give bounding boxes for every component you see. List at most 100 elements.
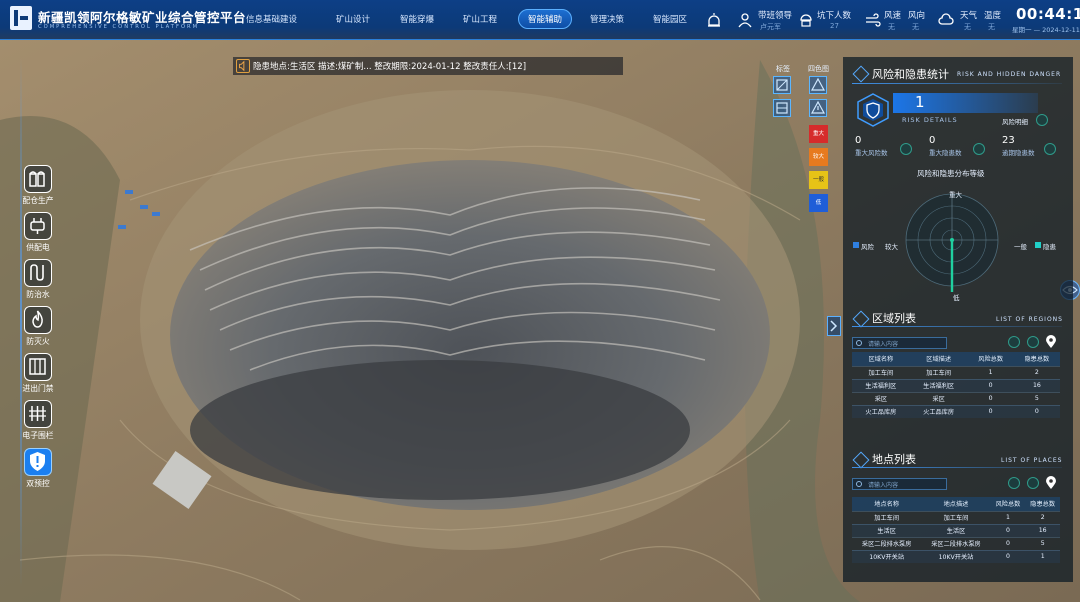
dock-button-power-supply[interactable] xyxy=(24,212,52,240)
legend-risk-swatch xyxy=(853,242,859,248)
major-risk-label: 重大风险数 xyxy=(855,149,888,157)
table-row[interactable]: 生活区 生活区 0 16 xyxy=(852,523,1060,537)
underground-count-value: 27 xyxy=(830,22,839,30)
regions-table: 区域名称 区域描述 风险总数 隐患总数 加工车间 加工车间 1 2 生活福利区 生活福利… xyxy=(852,352,1060,418)
nav-tab-smart-blasting[interactable]: 智能穿爆 xyxy=(400,13,434,25)
dock-button-silo-production[interactable] xyxy=(24,165,52,193)
four-color-column-header: 四色图 xyxy=(808,65,829,73)
table-row[interactable]: 火工品库房 火工品库房 0 0 xyxy=(852,404,1060,418)
major-risk-detail-button[interactable] xyxy=(900,143,912,155)
dock-button-access-gate[interactable] xyxy=(24,353,52,381)
regions-search-input[interactable]: 请输入内容 xyxy=(852,337,947,349)
places-filter-button-2[interactable] xyxy=(1027,477,1039,489)
nav-tab-smart-park[interactable]: 智能园区 xyxy=(653,13,687,25)
level-major-button[interactable]: 重大 xyxy=(809,125,828,143)
places-section-title: 地点列表 xyxy=(872,453,916,466)
layer-icon xyxy=(776,102,788,114)
table-cell: 加工车间 xyxy=(909,365,968,379)
table-cell: 2 xyxy=(1013,365,1060,379)
hazard-alert-text: 隐患地点:生活区 描述:煤矿制... 整改期限:2024-01-12 整改责任人… xyxy=(253,62,527,72)
dashboard-root: { "header": { "title": "新疆凯领阿尔格敏矿业综合管控平台… xyxy=(0,0,1080,602)
nav-tab-mine-design[interactable]: 矿山设计 xyxy=(336,13,370,25)
warning-triangle-icon xyxy=(810,100,826,114)
table-cell: 16 xyxy=(1013,378,1060,392)
risk-details-button[interactable] xyxy=(1036,114,1048,126)
hazard-alert-marquee[interactable]: 隐患地点:生活区 描述:煤矿制... 整改期限:2024-01-12 整改责任人… xyxy=(233,57,623,75)
risk-distribution-radar xyxy=(905,193,999,292)
four-color-toggle-button-1[interactable] xyxy=(809,76,827,94)
nav-tab-info-infrastructure[interactable]: 信息基础建设 xyxy=(246,13,297,25)
legend-risk-label: 风险 xyxy=(861,243,874,251)
duty-leader-label: 带班领导 xyxy=(758,11,793,21)
dock-label-silo-production: 配仓生产 xyxy=(22,196,54,205)
tag-toggle-button-1[interactable] xyxy=(773,76,791,94)
risk-section-title: 风险和隐患统计 xyxy=(872,68,949,81)
places-filter-button-1[interactable] xyxy=(1008,477,1020,489)
underground-count-label: 坑下人数 xyxy=(817,11,852,21)
water-pipe-icon xyxy=(30,264,44,281)
table-cell: 加工车间 xyxy=(852,510,922,524)
table-cell: 加工车间 xyxy=(921,510,991,524)
table-cell: 0 xyxy=(990,523,1026,537)
table-cell: 火工品库房 xyxy=(852,404,910,418)
column-header: 区域描述 xyxy=(909,352,968,366)
major-hazard-detail-button[interactable] xyxy=(973,143,985,155)
table-row[interactable]: 10KV开关站 10KV开关站 0 1 xyxy=(852,549,1060,563)
overdue-hazard-detail-button[interactable] xyxy=(1044,143,1056,155)
nav-tab-management-decision[interactable]: 管理决策 xyxy=(590,13,624,25)
dock-button-water-control[interactable] xyxy=(24,259,52,287)
table-row[interactable]: 采区二段排水泵房 采区二段排水泵房 0 5 xyxy=(852,536,1060,550)
fence-icon xyxy=(29,406,46,421)
regions-filter-button-2[interactable] xyxy=(1027,336,1039,348)
table-cell: 1 xyxy=(967,365,1014,379)
table-cell: 5 xyxy=(1013,391,1060,405)
overdue-hazard-count: 23 xyxy=(1002,135,1015,146)
top-navigation-bar: 新疆凯领阿尔格敏矿业综合管控平台 COMPREHENSIVE CONTROL P… xyxy=(0,0,1080,40)
temperature-value: 无 xyxy=(988,23,995,31)
places-search-input[interactable]: 请输入内容 xyxy=(852,478,947,490)
miner-icon xyxy=(800,14,812,27)
table-row[interactable]: 加工车间 加工车间 1 2 xyxy=(852,510,1060,524)
silo-icon xyxy=(29,171,45,187)
dock-label-power-supply: 供配电 xyxy=(26,243,50,252)
weather-value: 无 xyxy=(964,23,971,31)
table-cell: 采区 xyxy=(852,391,910,405)
temperature-label: 温度 xyxy=(984,11,1002,21)
table-cell: 生活福利区 xyxy=(909,378,968,392)
table-row[interactable]: 采区 采区 0 5 xyxy=(852,391,1060,405)
frame-icon xyxy=(776,79,788,91)
tag-toggle-button-2[interactable] xyxy=(773,99,791,117)
alarm-icon[interactable] xyxy=(706,12,722,28)
wind-direction-label: 风向 xyxy=(908,11,926,21)
regions-filter-button-1[interactable] xyxy=(1008,336,1020,348)
table-cell: 0 xyxy=(990,536,1026,550)
dock-button-electronic-fence[interactable] xyxy=(24,400,52,428)
table-cell: 采区二段排水泵房 xyxy=(921,536,991,550)
risk-details-label: 风险明细 xyxy=(1002,118,1028,126)
risk-total-value: 1 xyxy=(915,93,925,111)
dock-button-dual-prevention[interactable] xyxy=(24,448,52,476)
table-row[interactable]: 加工车间 加工车间 1 2 xyxy=(852,365,1060,379)
level-large-button[interactable]: 较大 xyxy=(809,148,828,166)
search-icon xyxy=(856,481,862,487)
dock-button-fire-control[interactable] xyxy=(24,306,52,334)
location-pin-icon[interactable] xyxy=(1045,476,1057,490)
search-icon xyxy=(856,340,862,346)
nav-tab-mine-engineering[interactable]: 矿山工程 xyxy=(463,13,497,25)
table-row[interactable]: 生活福利区 生活福利区 0 16 xyxy=(852,378,1060,392)
wind-icon xyxy=(866,13,881,27)
location-pin-icon[interactable] xyxy=(1045,335,1057,349)
column-header: 风险总数 xyxy=(967,352,1014,366)
level-low-button[interactable]: 低 xyxy=(809,194,828,212)
table-cell: 生活区 xyxy=(921,523,991,537)
table-cell: 10KV开关站 xyxy=(852,549,922,563)
four-color-toggle-button-2[interactable] xyxy=(809,99,827,117)
nav-tab-smart-assist[interactable]: 智能辅助 xyxy=(518,9,573,29)
panel-collapse-toggle[interactable] xyxy=(827,316,841,336)
table-header-row: 区域名称 区域描述 风险总数 隐患总数 xyxy=(852,352,1060,366)
level-general-button[interactable]: 一般 xyxy=(809,171,828,189)
major-hazard-count: 0 xyxy=(929,135,936,146)
radar-label-low: 低 xyxy=(953,294,960,302)
overdue-hazard-label: 逾期隐患数 xyxy=(1002,149,1035,157)
table-cell: 0 xyxy=(990,549,1026,563)
